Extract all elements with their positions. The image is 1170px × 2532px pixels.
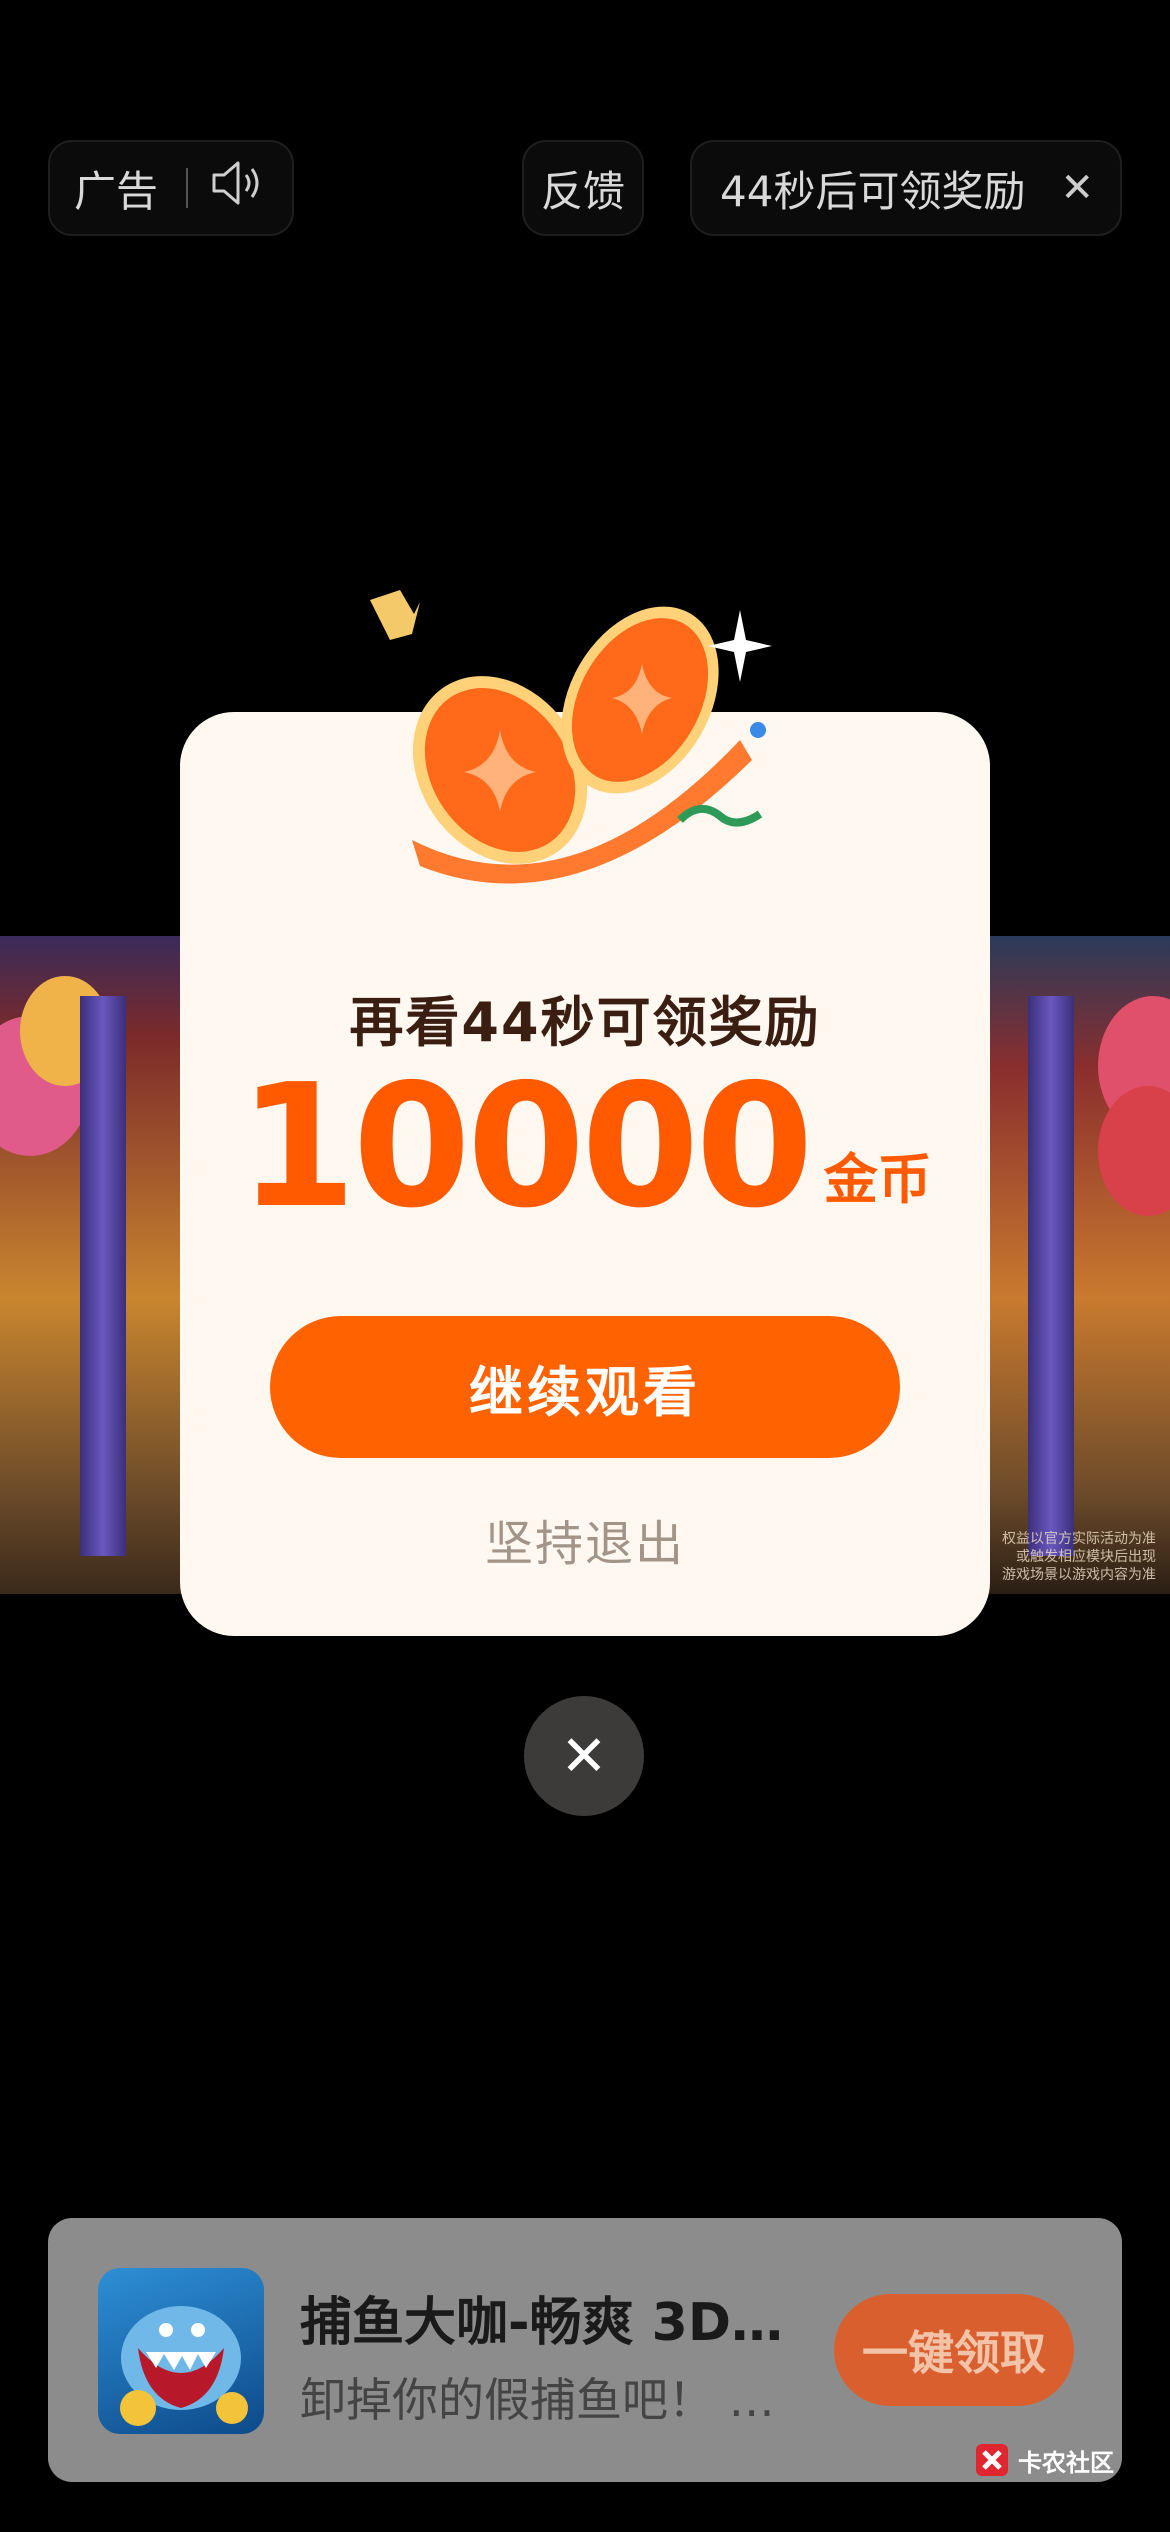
app-name: 捕鱼大咖-畅爽 3D… [300,2293,784,2353]
app-ad-card[interactable]: 捕鱼大咖-畅爽 3D… 卸掉你的假捕鱼吧！ … 一键领取 [48,2218,1122,2482]
pillar-decoration [1028,996,1074,1556]
close-icon[interactable]: ✕ [1060,165,1094,211]
watermark-logo-icon [976,2444,1008,2476]
claim-button[interactable]: 一键领取 [834,2294,1074,2406]
dialog-title: 再看44秒可领奖励 [349,991,821,1054]
app-description: 卸掉你的假捕鱼吧！ … [300,2373,775,2427]
reward-unit: 金币 [823,1148,932,1211]
game-background-right: 权益以官方实际活动为准 或触发相应模块后出现 游戏场景以游戏内容为准 [988,936,1170,1594]
reward-timer-pill: 44秒后可领奖励 ✕ [690,140,1122,236]
dot-decoration [750,722,766,738]
close-icon: ✕ [560,1723,608,1789]
app-icon[interactable] [98,2268,264,2434]
dialog-close-button[interactable]: ✕ [524,1696,644,1816]
exit-button[interactable]: 坚持退出 [180,1504,990,1574]
disclaimer-text: 权益以官方实际活动为准 或触发相应模块后出现 游戏场景以游戏内容为准 [1002,1531,1156,1583]
timer-text: 44秒后可领奖励 [720,166,1026,216]
divider [186,168,189,208]
streamer-decoration [677,805,763,827]
watermark: 卡农社区 [972,2440,1114,2480]
ticket-icon [370,590,420,640]
game-background-left [0,936,182,1594]
continue-watching-button[interactable]: 继续观看 [270,1316,900,1458]
coins-illustration [370,590,772,884]
pillar-decoration [80,996,126,1556]
ad-label: 广告 [74,166,159,216]
watermark-text: 卡农社区 [1018,2448,1114,2477]
reward-amount: 10000 [238,1048,813,1246]
ad-pill: 广告 [48,140,294,236]
feedback-button[interactable]: 反馈 [522,140,644,236]
feedback-label: 反馈 [540,166,625,216]
speaker-icon[interactable] [210,159,266,217]
reward-row: 10000 金币 [180,1062,990,1232]
